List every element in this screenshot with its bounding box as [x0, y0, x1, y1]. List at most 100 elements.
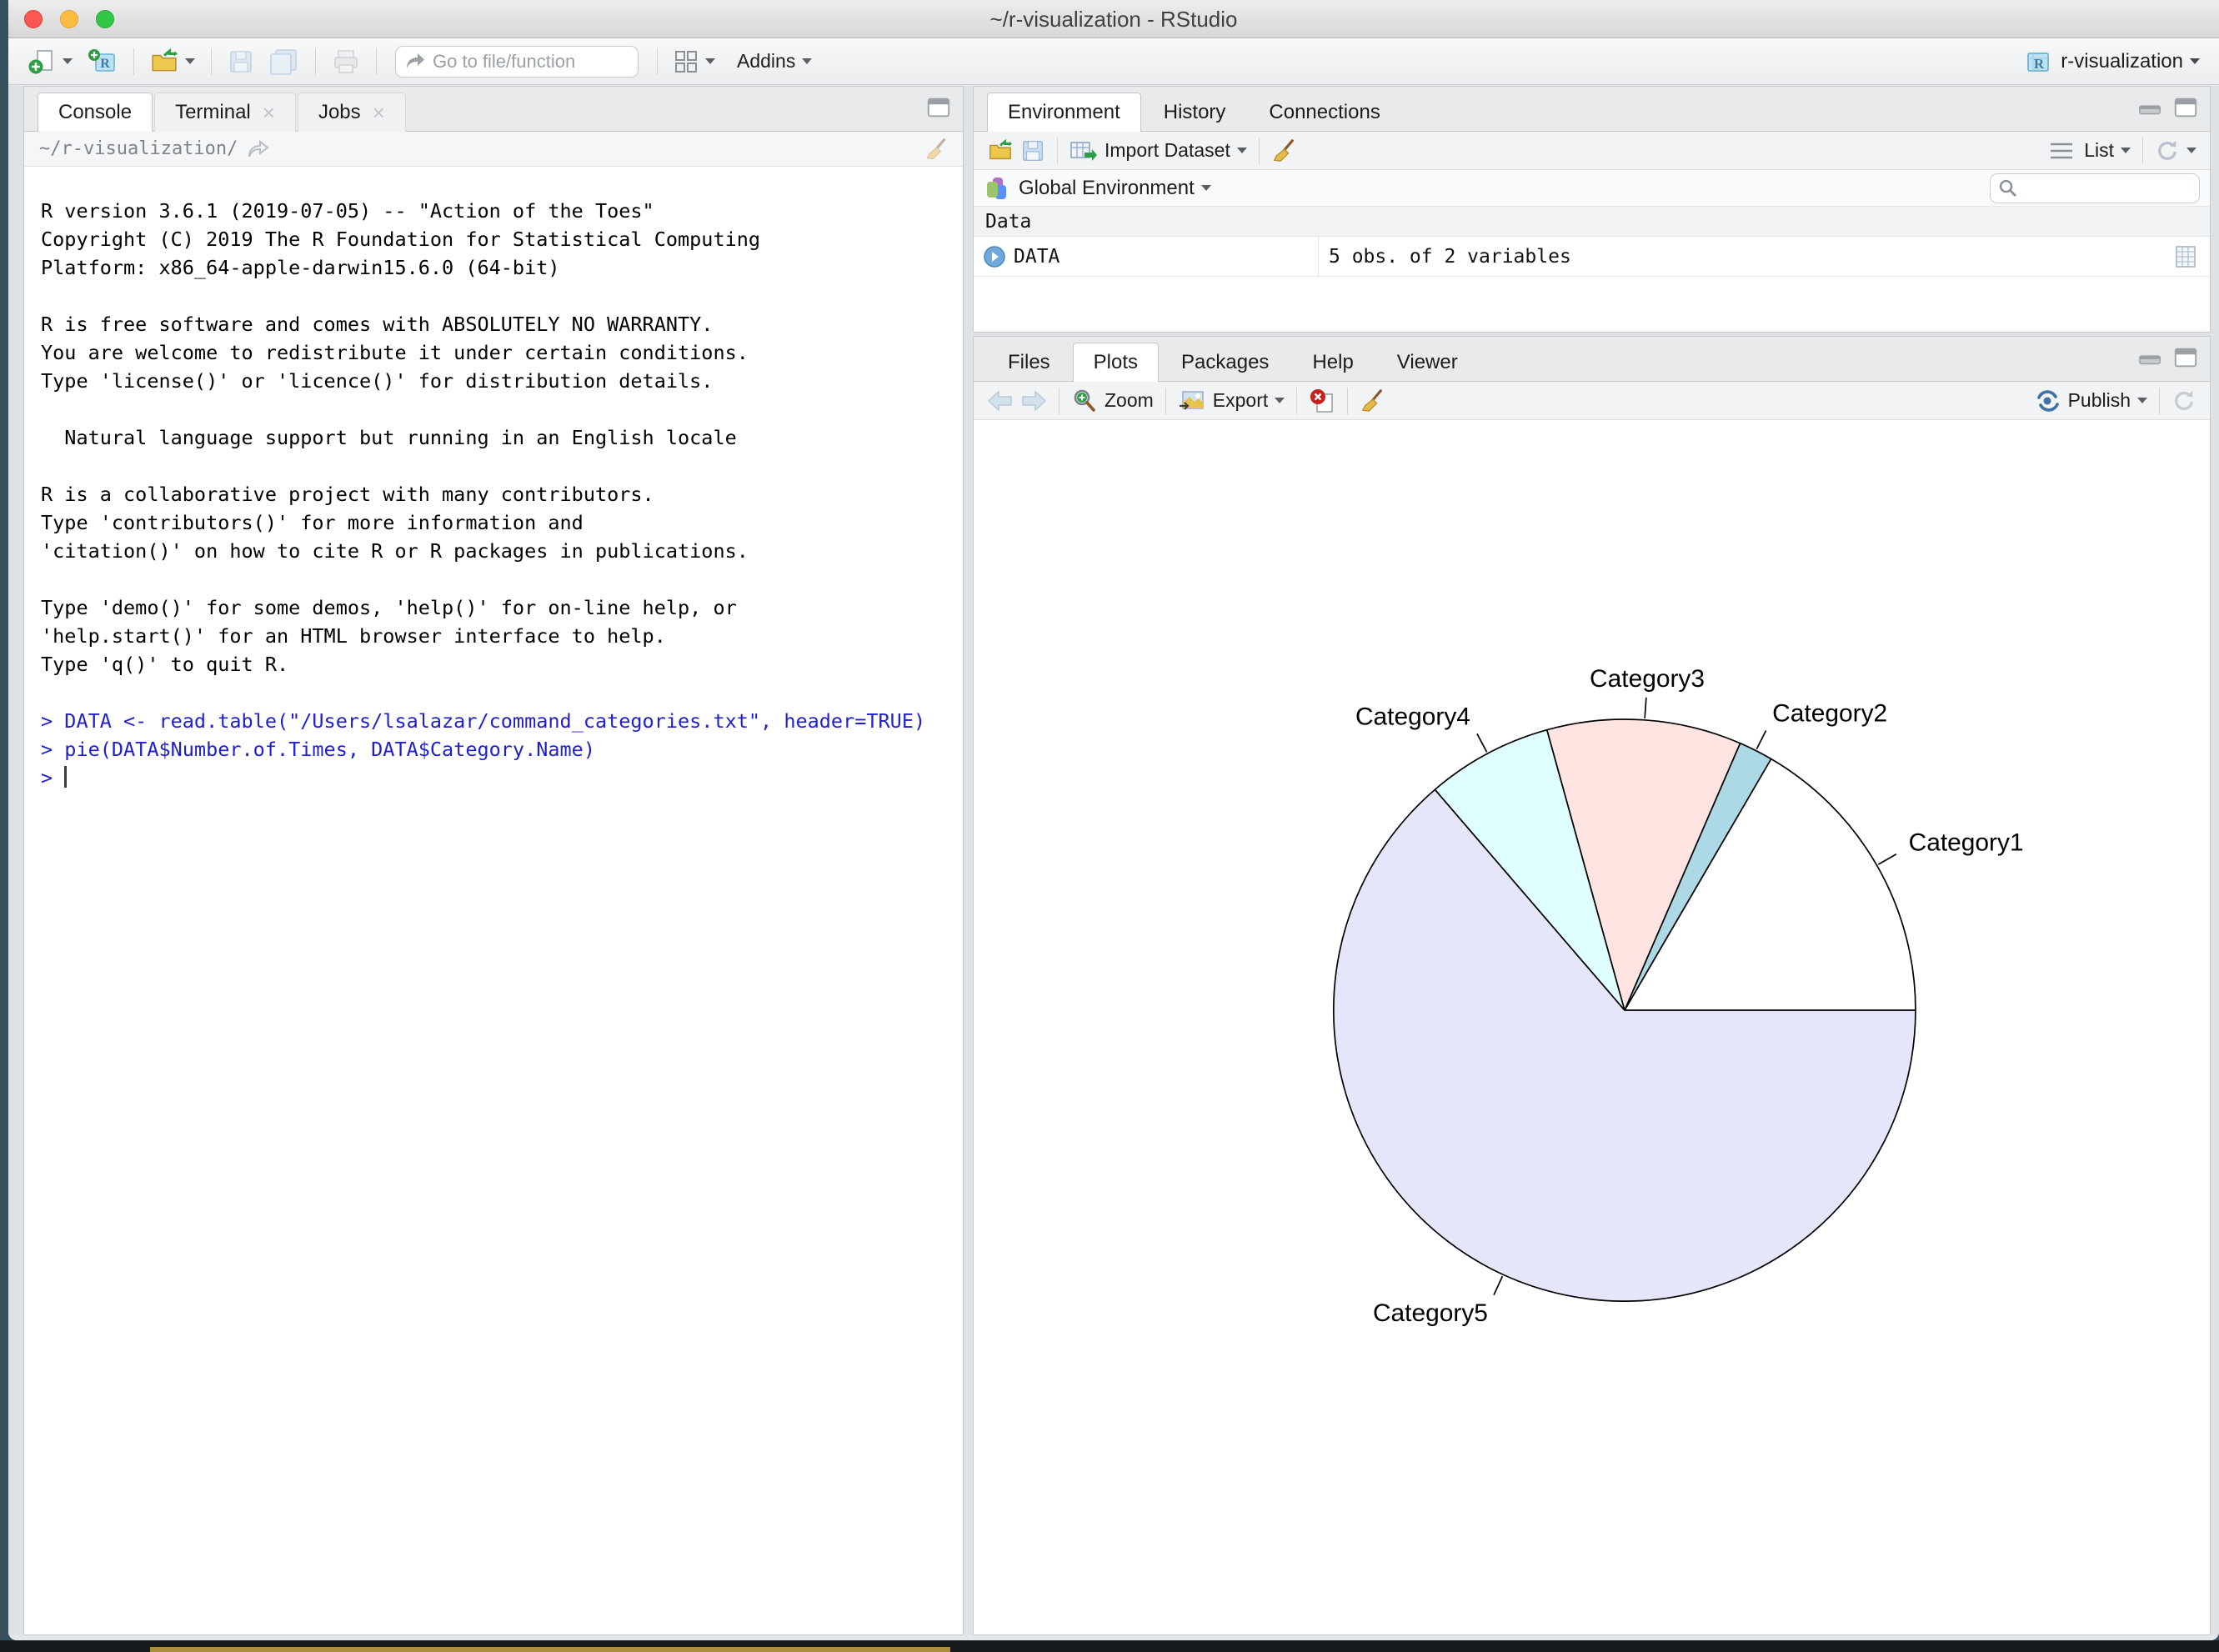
plots-toolbar: Zoom Export [974, 382, 2210, 420]
environment-scope-label[interactable]: Global Environment [1019, 177, 1195, 200]
save-icon [228, 48, 254, 75]
next-plot-button[interactable] [1020, 389, 1047, 413]
new-file-dropdown-caret[interactable] [63, 58, 73, 64]
pie-label-category1: Category1 [1909, 829, 2024, 856]
svg-text:R: R [2034, 56, 2045, 72]
environment-scope-caret[interactable] [1201, 185, 1211, 191]
minimize-pane-icon[interactable] [2138, 349, 2163, 366]
clear-environment-button[interactable] [1271, 138, 1296, 163]
import-dataset-label: Import Dataset [1104, 139, 1230, 162]
open-file-dropdown-caret[interactable] [185, 58, 195, 64]
tab-label: Console [58, 101, 132, 124]
pane-layout-button[interactable] [670, 44, 719, 79]
console-tab-jobs[interactable]: Jobs× [298, 93, 406, 132]
plots-tab-help[interactable]: Help [1291, 343, 1374, 382]
clear-console-broom-icon[interactable] [924, 138, 948, 161]
list-view-caret[interactable] [2121, 148, 2131, 153]
save-all-icon [269, 48, 299, 75]
broom-icon [1360, 388, 1385, 413]
new-project-button[interactable]: R [84, 44, 121, 79]
publish-label: Publish [2068, 389, 2131, 412]
open-folder-icon [987, 138, 1014, 163]
plots-tab-plots[interactable]: Plots [1073, 343, 1159, 382]
console-command-line: > pie(DATA$Number.of.Times, DATA$Categor… [41, 735, 963, 763]
plots-tab-viewer[interactable]: Viewer [1376, 343, 1479, 382]
global-environment-icon [984, 175, 1010, 202]
tab-label: Files [1008, 351, 1050, 374]
import-dataset-icon [1069, 138, 1098, 163]
plot-display-area[interactable]: Category1Category2Category3Category4Cate… [974, 420, 2210, 1634]
environment-search-input[interactable] [1990, 173, 2200, 203]
maximize-pane-icon[interactable] [2173, 97, 2198, 118]
maximize-pane-icon[interactable] [926, 97, 951, 118]
close-tab-icon[interactable]: × [263, 102, 275, 123]
tab-label: Connections [1269, 101, 1380, 124]
goto-arrow-icon [404, 52, 426, 72]
data-section-header: Data [974, 207, 2210, 237]
zoom-label: Zoom [1104, 389, 1154, 412]
print-button[interactable] [328, 44, 363, 79]
export-caret[interactable] [1275, 398, 1285, 403]
working-directory-path[interactable]: ~/r-visualization/ [39, 138, 238, 159]
open-file-button[interactable] [147, 44, 198, 79]
project-dropdown-caret[interactable] [2190, 58, 2200, 64]
console-output-line: R is free software and comes with ABSOLU… [41, 310, 963, 338]
previous-plot-button[interactable] [987, 389, 1014, 413]
environment-tab-history[interactable]: History [1143, 93, 1247, 132]
goto-file-search[interactable]: Go to file/function [395, 46, 639, 78]
window-title: ~/r-visualization - RStudio [8, 0, 2219, 38]
clear-all-plots-button[interactable] [1360, 388, 1385, 413]
console-output-line [41, 452, 963, 480]
window-titlebar[interactable]: ~/r-visualization - RStudio [8, 0, 2219, 38]
maximize-pane-icon[interactable] [2173, 347, 2198, 368]
goto-directory-arrow-icon[interactable] [246, 138, 271, 160]
refresh-plot-button[interactable] [2171, 388, 2196, 413]
pane-layout-icon [674, 49, 699, 74]
save-workspace-button[interactable] [1020, 138, 1045, 163]
export-plot-button[interactable]: Export [1178, 388, 1285, 413]
console-output-line: R version 3.6.1 (2019-07-05) -- "Action … [41, 197, 963, 225]
project-menu-button[interactable]: R r-visualization [2021, 44, 2203, 79]
environment-object-row[interactable]: DATA 5 obs. of 2 variables [974, 237, 2210, 277]
forward-arrow-icon [1020, 389, 1047, 413]
expand-object-icon[interactable] [982, 244, 1007, 269]
environment-tab-connections[interactable]: Connections [1248, 93, 1400, 132]
remove-plot-button[interactable] [1309, 388, 1335, 414]
pane-layout-dropdown-caret[interactable] [705, 58, 715, 64]
minimize-pane-icon[interactable] [2138, 99, 2163, 116]
environment-panel: EnvironmentHistory Connections [973, 86, 2211, 333]
console-command-line: > DATA <- read.table("/Users/lsalazar/co… [41, 707, 963, 735]
console-tab-terminal[interactable]: Terminal× [154, 93, 296, 132]
plots-tab-files[interactable]: Files [987, 343, 1071, 382]
close-tab-icon[interactable]: × [373, 102, 385, 123]
import-dataset-caret[interactable] [1237, 148, 1247, 153]
plots-tab-packages[interactable]: Packages [1160, 343, 1290, 382]
addins-button[interactable]: Addins [727, 44, 815, 79]
console-tab-console[interactable]: Console [38, 93, 153, 132]
plots-tabbar: Files PlotsPackagesHelpViewer [974, 337, 2210, 382]
publish-button[interactable]: Publish [2035, 388, 2147, 413]
zoom-plot-button[interactable]: Zoom [1071, 388, 1154, 414]
addins-dropdown-caret[interactable] [802, 58, 812, 64]
rstudio-window: ~/r-visualization - RStudio R [8, 0, 2219, 1640]
pie-label-tick [1494, 1276, 1502, 1295]
environment-tabbar: EnvironmentHistory Connections [974, 87, 2210, 132]
load-workspace-button[interactable] [987, 138, 1014, 163]
console-pane: Console Terminal×Jobs× ~/r-visualization/… [23, 86, 964, 1635]
refresh-caret[interactable] [2186, 148, 2196, 153]
pie-label-tick [1756, 731, 1766, 749]
refresh-icon [2171, 388, 2196, 413]
save-button[interactable] [224, 44, 258, 79]
import-dataset-button[interactable]: Import Dataset [1069, 138, 1247, 163]
refresh-environment-button[interactable] [2155, 138, 2196, 163]
list-view-icon [2049, 141, 2074, 161]
environment-tab-environment[interactable]: Environment [987, 93, 1141, 132]
list-view-button[interactable]: List [2077, 139, 2131, 162]
save-all-button[interactable] [266, 44, 303, 79]
console-text-caret [64, 766, 67, 788]
publish-caret[interactable] [2137, 398, 2147, 403]
plots-panel: Files PlotsPackagesHelpViewer [973, 336, 2211, 1635]
new-file-button[interactable] [24, 44, 76, 79]
console-output[interactable]: R version 3.6.1 (2019-07-05) -- "Action … [24, 167, 963, 1634]
view-table-icon[interactable] [2173, 244, 2198, 269]
